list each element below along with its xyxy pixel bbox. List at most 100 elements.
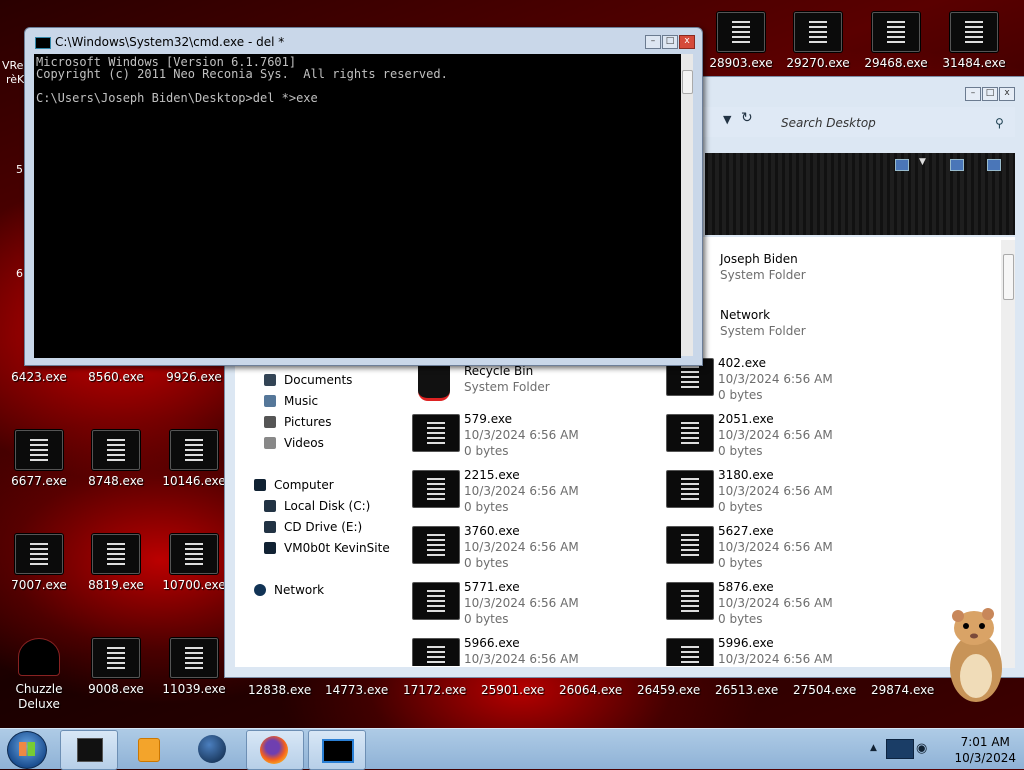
help-icon[interactable] <box>987 159 1001 171</box>
taskbar-button-firefox[interactable] <box>246 730 304 770</box>
taskbar: ▲ ◉ 7:01 AM 10/3/2024 <box>0 728 1024 770</box>
list-item[interactable]: 2051.exe 10/3/2024 6:56 AM 0 bytes <box>666 412 906 468</box>
chevron-down-icon[interactable]: ▼ <box>723 113 731 126</box>
desktop-icon-label[interactable]: 12838.exe <box>248 683 311 697</box>
show-hidden-icons-icon[interactable]: ▲ <box>870 743 877 753</box>
nav-network[interactable]: Network <box>254 583 324 597</box>
desktop-icon[interactable]: 10146.exe <box>158 430 230 488</box>
desktop-icon[interactable]: 28903.exe <box>705 12 777 70</box>
item-date: 10/3/2024 6:56 AM <box>718 484 833 498</box>
desktop-icon-label: 9926.exe <box>166 370 222 384</box>
search-input[interactable]: Search Desktop ⚲ <box>769 113 1024 133</box>
hamster-image <box>950 608 1002 702</box>
taskbar-button-explorer[interactable] <box>60 730 118 770</box>
desktop-icon[interactable]: 8819.exe <box>80 534 152 592</box>
desktop-icon[interactable]: 7007.exe <box>3 534 75 592</box>
list-item[interactable]: 5996.exe 10/3/2024 6:56 AM <box>666 636 906 666</box>
desktop-icon-label: 11039.exe <box>162 682 226 696</box>
minimize-button[interactable]: – <box>965 87 981 101</box>
nav-vm[interactable]: VM0b0t KevinSite <box>264 541 390 555</box>
minimize-button[interactable]: – <box>645 35 661 49</box>
clock[interactable]: 7:01 AM 10/3/2024 <box>954 734 1016 766</box>
list-item[interactable]: 3180.exe 10/3/2024 6:56 AM 0 bytes <box>666 468 906 524</box>
desktop-icon-label[interactable]: 26513.exe <box>715 683 778 697</box>
console-output[interactable]: Microsoft Windows [Version 6.1.7601] Copy… <box>34 54 681 358</box>
nav-music[interactable]: Music <box>264 394 318 408</box>
item-date: 10/3/2024 6:56 AM <box>718 372 833 386</box>
nav-pictures[interactable]: Pictures <box>264 415 332 429</box>
desktop-icon-label: 8748.exe <box>88 474 144 488</box>
list-item[interactable]: 3760.exe 10/3/2024 6:56 AM 0 bytes <box>412 524 652 580</box>
search-icon[interactable]: ⚲ <box>995 113 1004 133</box>
nav-local-disk[interactable]: Local Disk (C:) <box>264 499 370 513</box>
desktop-icon-label[interactable]: 26064.exe <box>559 683 622 697</box>
volume-icon[interactable]: ◉ <box>916 741 927 756</box>
vertical-scrollbar[interactable] <box>1001 240 1015 668</box>
desktop-icon-label[interactable]: 29874.exe <box>871 683 934 697</box>
list-item[interactable]: Joseph Biden System Folder <box>668 252 908 308</box>
desktop-icon[interactable]: 8748.exe <box>80 430 152 488</box>
preview-pane-icon[interactable] <box>950 159 964 171</box>
taskbar-button-media[interactable] <box>122 730 178 768</box>
chevron-down-icon[interactable]: ▼ <box>919 157 926 167</box>
list-item[interactable]: 2215.exe 10/3/2024 6:56 AM 0 bytes <box>412 468 652 524</box>
desktop-icon[interactable]: 11039.exe <box>158 638 230 696</box>
exe-file-icon <box>412 582 460 620</box>
vertical-scrollbar[interactable] <box>681 54 693 356</box>
close-button[interactable]: x <box>679 35 695 49</box>
exe-file-icon <box>794 12 842 52</box>
desktop-icon-label[interactable]: 27504.exe <box>793 683 856 697</box>
exe-file-icon <box>92 534 140 574</box>
music-icon <box>264 395 276 407</box>
desktop-icon-label[interactable]: 17172.exe <box>403 683 466 697</box>
list-item[interactable]: 579.exe 10/3/2024 6:56 AM 0 bytes <box>412 412 652 468</box>
network-tray-icon[interactable] <box>886 739 914 759</box>
desktop-icon[interactable]: 6677.exe <box>3 430 75 488</box>
desktop-icon-label: 8819.exe <box>88 578 144 592</box>
taskbar-button-globe[interactable] <box>184 730 240 768</box>
desktop-icon-label[interactable]: 14773.exe <box>325 683 388 697</box>
item-size: 0 bytes <box>718 500 763 514</box>
desktop-icon[interactable]: 29270.exe <box>782 12 854 70</box>
item-date: 10/3/2024 6:56 AM <box>718 428 833 442</box>
item-name: Recycle Bin <box>464 364 534 378</box>
exe-file-icon <box>666 638 714 666</box>
cmd-window: C:\Windows\System32\cmd.exe - del * – □ … <box>24 27 703 366</box>
desktop-icon-label[interactable]: 26459.exe <box>637 683 700 697</box>
nav-videos[interactable]: Videos <box>264 436 324 450</box>
item-name: 402.exe <box>718 356 767 370</box>
exe-file-icon <box>666 414 714 452</box>
command-bar: ▼ <box>705 153 1015 235</box>
desktop-icon[interactable]: 31484.exe <box>938 12 1010 70</box>
nav-computer[interactable]: Computer <box>254 478 334 492</box>
list-item[interactable]: 5771.exe 10/3/2024 6:56 AM 0 bytes <box>412 580 652 636</box>
close-button[interactable]: x <box>999 87 1015 101</box>
nav-documents[interactable]: Documents <box>264 373 352 387</box>
maximize-button[interactable]: □ <box>662 35 678 49</box>
nav-label: Documents <box>284 373 353 387</box>
exe-file-icon <box>412 470 460 508</box>
scrollbar-thumb[interactable] <box>1003 254 1014 300</box>
desktop-icon[interactable]: 9008.exe <box>80 638 152 696</box>
nav-label: CD Drive (E:) <box>284 520 363 534</box>
scrollbar-thumb[interactable] <box>682 70 693 94</box>
desktop-icon-label: 6677.exe <box>11 474 67 488</box>
start-button[interactable] <box>7 731 47 769</box>
item-name: Joseph Biden <box>720 252 798 266</box>
desktop-icon[interactable]: 29468.exe <box>860 12 932 70</box>
view-options-icon[interactable] <box>895 159 909 171</box>
refresh-icon[interactable]: ↻ <box>741 110 753 126</box>
partial-icon-label: 6 <box>16 267 23 280</box>
desktop-icon-chuzzle[interactable]: Chuzzle Deluxe <box>3 638 75 712</box>
list-item[interactable]: 5876.exe 10/3/2024 6:56 AM 0 bytes <box>666 580 906 636</box>
nav-cd-drive[interactable]: CD Drive (E:) <box>264 520 362 534</box>
list-item[interactable]: 5966.exe 10/3/2024 6:56 AM <box>412 636 652 666</box>
desktop-icon-label[interactable]: 25901.exe <box>481 683 544 697</box>
documents-icon <box>264 374 276 386</box>
list-item[interactable]: 5627.exe 10/3/2024 6:56 AM 0 bytes <box>666 524 906 580</box>
desktop-icon[interactable]: 10700.exe <box>158 534 230 592</box>
item-name: Network <box>720 308 771 322</box>
maximize-button[interactable]: □ <box>982 87 998 101</box>
taskbar-button-cmd[interactable] <box>308 730 366 770</box>
item-size: 0 bytes <box>464 444 509 458</box>
